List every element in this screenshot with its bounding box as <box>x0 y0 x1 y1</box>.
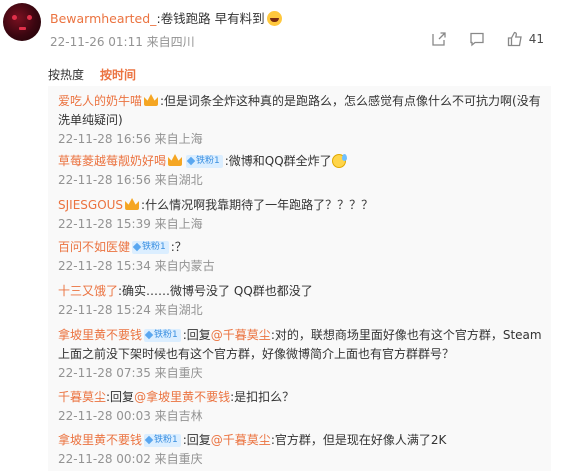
like-icon[interactable] <box>507 31 523 47</box>
reply-content: :但是词条全炸这种真的是跑路么，怎么感觉有点像什么不可抗力啊(没有 <box>160 94 541 108</box>
reply-list: 爱吃人的奶牛喵 :但是词条全炸这种真的是跑路么，怎么感觉有点像什么不可抗力啊(没有… <box>48 86 551 471</box>
crown-badge-icon <box>125 198 140 210</box>
reply-text: 爱吃人的奶牛喵 :但是词条全炸这种真的是跑路么，怎么感觉有点像什么不可抗力啊(没有 <box>58 92 548 111</box>
fan-badge: 铁粉1 <box>132 240 169 254</box>
root-comment-text: :卷钱跑路 早有料到 <box>156 11 265 26</box>
fan-badge: 铁粉1 <box>144 328 181 342</box>
reply-prefix: :回复 <box>106 390 135 404</box>
reply-item: 爱吃人的奶牛喵 :但是词条全炸这种真的是跑路么，怎么感觉有点像什么不可抗力啊(没有… <box>58 92 548 149</box>
reply-meta: 22-11-28 16:56 来自上海 <box>58 132 203 146</box>
root-username[interactable]: Bewarmhearted_ <box>50 11 156 26</box>
fan-badge-label: 铁粉1 <box>154 329 178 340</box>
crown-badge-icon <box>168 154 183 166</box>
reply-content-continued: 上面之前没下架时候也有这个官方群，好像微博简介上面也有官方群群号？ <box>58 347 455 361</box>
reply-mention[interactable]: @千暮莫尘 <box>211 328 271 342</box>
fan-badge: 铁粉1 <box>144 433 181 447</box>
reply-item: 拿坡里黄不要钱 铁粉1 :回复@千暮莫尘:对的，联想商场里面好像也有这个官方群，St… <box>58 326 548 383</box>
reply-text: 拿坡里黄不要钱 铁粉1 :回复@千暮莫尘:对的，联想商场里面好像也有这个官方群，St… <box>58 326 548 345</box>
reply-username[interactable]: SJIESGOUS <box>58 198 123 212</box>
diamond-icon <box>144 435 154 445</box>
reply-item: 千暮莫尘:回复@拿坡里黄不要钱:是扣扣么？ 22-11-28 00:03 来自吉… <box>58 388 548 426</box>
diamond-icon <box>186 156 196 166</box>
share-icon[interactable] <box>431 31 447 47</box>
reply-content: :官方群，但是现在好像人满了2K <box>270 433 447 447</box>
reply-meta: 22-11-28 15:34 来自内蒙古 <box>58 259 215 273</box>
reply-item: SJIESGOUS :什么情况啊我靠期待了一年跑路了？？？？ 22-11-28 1… <box>58 196 548 234</box>
reply-content: :对的，联想商场里面好像也有这个官方群，Steam <box>270 328 542 342</box>
fan-badge-label: 铁粉1 <box>196 155 220 166</box>
sweat-face-icon <box>331 154 347 168</box>
reply-text: 草莓菱越莓靓奶好喝 铁粉1 :微博和QQ群全炸了 <box>58 152 548 171</box>
reply-mention[interactable]: @拿坡里黄不要钱 <box>134 390 230 404</box>
comment-icon[interactable] <box>469 31 485 47</box>
reply-meta: 22-11-28 15:24 来自湖北 <box>58 303 203 317</box>
like-count: 41 <box>528 32 544 46</box>
reply-meta: 22-11-28 00:02 来自重庆 <box>58 452 203 466</box>
root-comment-meta: 22-11-26 01:11 来自四川 <box>50 35 195 49</box>
sort-by-hot-tab[interactable]: 按热度 <box>48 66 84 86</box>
reply-username[interactable]: 百问不如医健 <box>58 240 130 254</box>
reply-content: :是扣扣么？ <box>230 390 295 404</box>
grinning-face-icon <box>266 11 282 26</box>
reply-prefix: :回复 <box>182 328 211 342</box>
crown-badge-icon <box>144 94 159 106</box>
reply-username[interactable]: 十三又饿了 <box>58 284 118 298</box>
fan-badge: 铁粉1 <box>186 154 223 168</box>
comment-actions: 41 <box>409 31 544 47</box>
reply-content: :什么情况啊我靠期待了一年跑路了？？？？ <box>141 198 374 212</box>
reply-username[interactable]: 爱吃人的奶牛喵 <box>58 94 142 108</box>
reply-content: :？ <box>170 240 187 254</box>
fan-badge-label: 铁粉1 <box>142 241 166 252</box>
reply-content: :微博和QQ群全炸了 <box>224 154 332 168</box>
reply-content: :确实……微博号没了 QQ群也都没了 <box>118 284 313 298</box>
sort-bar: 按热度 按时间 <box>48 66 152 86</box>
diamond-icon <box>144 330 154 340</box>
reply-username[interactable]: 拿坡里黄不要钱 <box>58 328 142 342</box>
reply-text: 百问不如医健 铁粉1 :？ <box>58 238 548 257</box>
reply-username[interactable]: 草莓菱越莓靓奶好喝 <box>58 154 166 168</box>
reply-meta: 22-11-28 07:35 来自重庆 <box>58 366 203 380</box>
reply-text: 拿坡里黄不要钱 铁粉1 :回复@千暮莫尘:官方群，但是现在好像人满了2K <box>58 431 548 450</box>
root-comment: Bewarmhearted_:卷钱跑路 早有料到 22-11-26 01:11 … <box>0 0 562 58</box>
reply-mention[interactable]: @千暮莫尘 <box>211 433 271 447</box>
reply-username[interactable]: 千暮莫尘 <box>58 390 106 404</box>
fan-badge-label: 铁粉1 <box>154 434 178 445</box>
reply-item: 百问不如医健 铁粉1 :？ 22-11-28 15:34 来自内蒙古 <box>58 238 548 276</box>
reply-item: 草莓菱越莓靓奶好喝 铁粉1 :微博和QQ群全炸了 22-11-28 16:56 来自… <box>58 152 548 190</box>
reply-meta: 22-11-28 00:03 来自吉林 <box>58 409 203 423</box>
reply-item: 拿坡里黄不要钱 铁粉1 :回复@千暮莫尘:官方群，但是现在好像人满了2K 22-11… <box>58 431 548 469</box>
reply-text: 十三又饿了:确实……微博号没了 QQ群也都没了 <box>58 282 548 301</box>
reply-prefix: :回复 <box>182 433 211 447</box>
root-comment-line: Bewarmhearted_:卷钱跑路 早有料到 <box>50 8 282 27</box>
avatar[interactable] <box>3 3 41 41</box>
reply-item: 十三又饿了:确实……微博号没了 QQ群也都没了 22-11-28 15:24 来… <box>58 282 548 320</box>
reply-meta: 22-11-28 15:39 来自上海 <box>58 217 203 231</box>
reply-meta: 22-11-28 16:56 来自湖北 <box>58 173 203 187</box>
reply-text: SJIESGOUS :什么情况啊我靠期待了一年跑路了？？？？ <box>58 196 548 215</box>
sort-by-time-tab[interactable]: 按时间 <box>100 66 136 86</box>
reply-text: 千暮莫尘:回复@拿坡里黄不要钱:是扣扣么？ <box>58 388 548 407</box>
reply-username[interactable]: 拿坡里黄不要钱 <box>58 433 142 447</box>
diamond-icon <box>132 242 142 252</box>
reply-content-continued: 洗单纯疑问) <box>58 113 123 127</box>
